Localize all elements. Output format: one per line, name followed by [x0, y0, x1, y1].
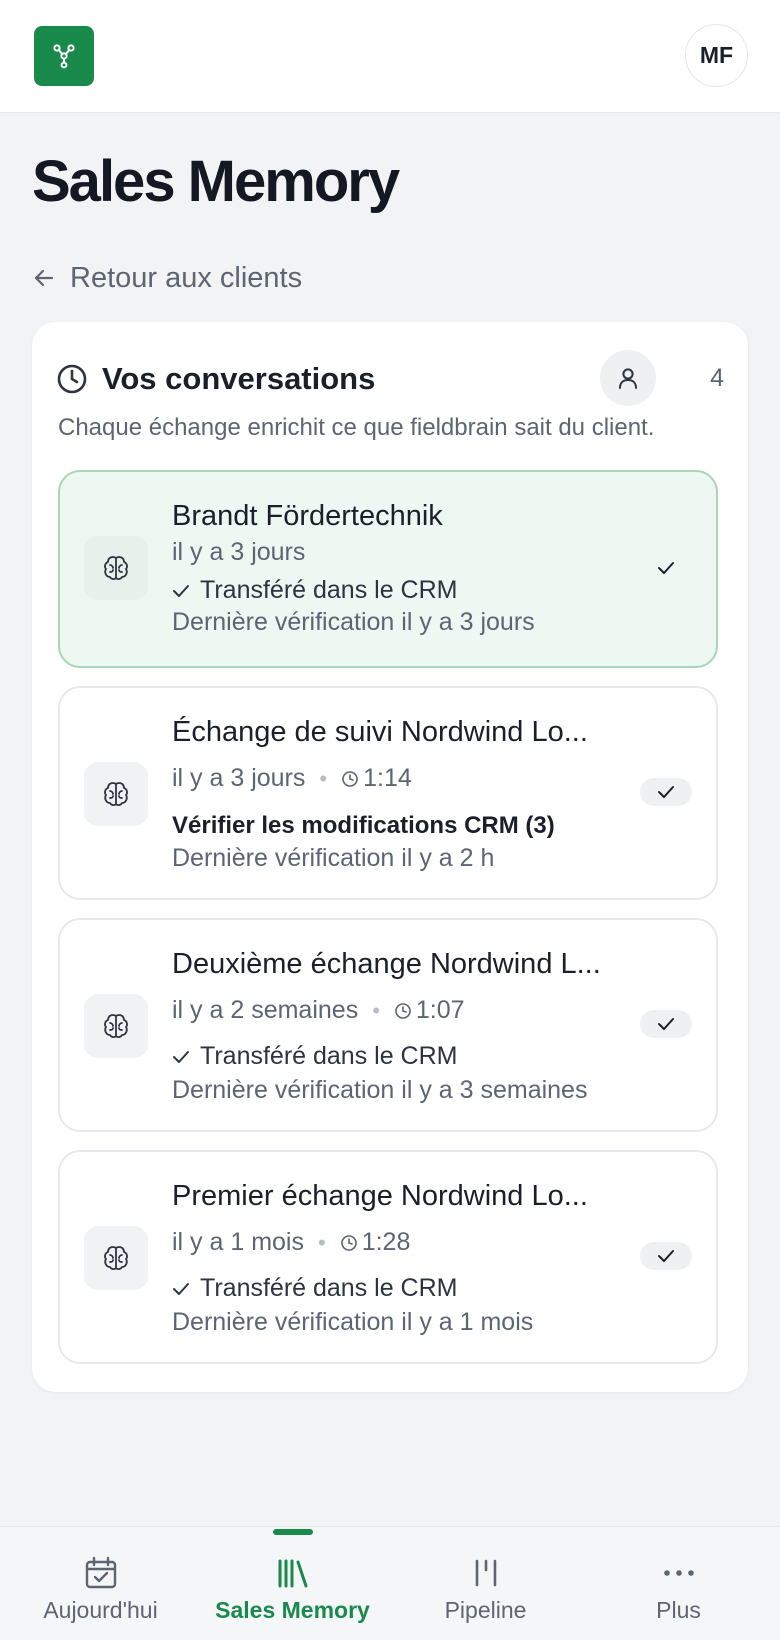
check-icon	[658, 1018, 674, 1030]
tab-label: Plus	[656, 1597, 701, 1623]
conversation-duration: 1:28	[340, 1228, 411, 1257]
check-icon	[173, 584, 189, 597]
duration-value: 1:14	[363, 764, 412, 792]
app-logo[interactable]	[34, 26, 94, 86]
brain-icon	[84, 1226, 148, 1290]
conversation-duration: 1:14	[341, 764, 412, 793]
panel-header: Vos conversations 4	[56, 350, 724, 408]
conversation-card[interactable]: Premier échange Nordwind Lo... il y a 1 …	[58, 1150, 718, 1364]
tab-label: Aujourd'hui	[43, 1597, 158, 1623]
stopwatch-icon	[340, 1234, 357, 1251]
conversation-status: Vérifier les modifications CRM (3)	[172, 812, 555, 840]
separator-dot: •	[372, 997, 380, 1023]
conversation-verified: Dernière vérification il y a 3 jours	[172, 608, 535, 636]
conversation-meta: il y a 3 jours	[172, 538, 305, 567]
active-tab-indicator	[272, 1529, 313, 1535]
conversation-when: il y a 3 jours	[172, 538, 306, 566]
conversation-status-label: Transféré dans le CRM	[200, 1274, 458, 1302]
check-pill[interactable]	[640, 554, 692, 582]
duration-value: 1:28	[361, 1228, 411, 1256]
tab-more[interactable]: Plus	[581, 1527, 776, 1640]
page-title: Sales Memory	[32, 149, 400, 214]
conversation-status: Transféré dans le CRM	[172, 576, 458, 605]
participants-button[interactable]	[600, 350, 656, 406]
check-pill[interactable]	[640, 1010, 692, 1038]
tab-label: Pipeline	[444, 1597, 527, 1623]
check-icon	[658, 1250, 674, 1262]
conversation-when: il y a 3 jours	[172, 764, 306, 792]
separator-dot: •	[317, 1229, 326, 1255]
app-header: MF	[0, 0, 780, 113]
conversation-status: Transféré dans le CRM	[172, 1274, 458, 1303]
brain-icon	[84, 762, 148, 826]
stopwatch-icon	[342, 770, 358, 787]
arrow-left-icon	[34, 269, 54, 287]
conversation-title: Brandt Fördertechnik	[172, 500, 443, 532]
pipeline-icon	[475, 1559, 496, 1587]
conversation-when: il y a 1 mois	[172, 1228, 304, 1256]
bottom-tab-bar: Aujourd'hui Sales Memory Pipeline Plus	[0, 1526, 780, 1640]
network-tree-icon	[53, 44, 75, 69]
user-avatar[interactable]: MF	[685, 24, 748, 87]
calendar-check-icon	[85, 1556, 116, 1589]
participant-count: 4	[710, 364, 724, 392]
conversation-card[interactable]: Brandt Fördertechnik il y a 3 jours Tran…	[58, 470, 718, 668]
conversation-when: il y a 2 semaines	[172, 996, 359, 1024]
conversation-title: Échange de suivi Nordwind Lo...	[172, 716, 588, 748]
conversation-status-label: Vérifier les modifications CRM (3)	[172, 812, 555, 839]
check-icon	[658, 562, 674, 574]
conversation-verified: Dernière vérification il y a 3 semaines	[172, 1076, 588, 1104]
conversation-duration: 1:07	[394, 996, 465, 1025]
conversation-status-label: Transféré dans le CRM	[200, 1042, 458, 1070]
books-icon	[278, 1559, 307, 1588]
check-icon	[173, 1282, 189, 1295]
tab-today[interactable]: Aujourd'hui	[3, 1527, 198, 1640]
tab-sales-memory[interactable]: Sales Memory	[195, 1527, 390, 1640]
check-icon	[173, 1050, 189, 1063]
user-icon	[619, 368, 637, 389]
clock-icon	[57, 364, 87, 394]
separator-dot: •	[319, 765, 328, 791]
back-to-clients-link[interactable]: Retour aux clients	[32, 258, 302, 298]
conversation-card[interactable]: Deuxième échange Nordwind L... il y a 2 …	[58, 918, 718, 1132]
conversation-status: Transféré dans le CRM	[172, 1042, 458, 1071]
conversation-verified: Dernière vérification il y a 2 h	[172, 844, 495, 872]
conversation-status-label: Transféré dans le CRM	[200, 576, 458, 604]
back-link-label: Retour aux clients	[70, 261, 303, 294]
more-dots-icon	[663, 1570, 694, 1576]
stopwatch-icon	[395, 1002, 411, 1019]
check-icon	[658, 786, 674, 798]
tab-label: Sales Memory	[215, 1597, 370, 1623]
duration-value: 1:07	[415, 996, 465, 1024]
conversation-title: Deuxième échange Nordwind L...	[172, 948, 601, 980]
conversation-card[interactable]: Échange de suivi Nordwind Lo... il y a 3…	[58, 686, 718, 900]
check-pill[interactable]	[640, 1242, 692, 1270]
conversation-title: Premier échange Nordwind Lo...	[172, 1180, 588, 1212]
panel-title: Vos conversations	[102, 361, 376, 396]
conversation-verified: Dernière vérification il y a 1 mois	[172, 1308, 534, 1336]
brain-icon	[84, 536, 148, 600]
conversation-meta: il y a 3 jours • 1:14	[172, 764, 412, 793]
check-pill[interactable]	[640, 778, 692, 806]
tab-pipeline[interactable]: Pipeline	[388, 1527, 583, 1640]
panel-subtitle: Chaque échange enrichit ce que fieldbrai…	[58, 414, 655, 441]
conversation-meta: il y a 2 semaines • 1:07	[172, 996, 465, 1025]
brain-icon	[84, 994, 148, 1058]
conversation-meta: il y a 1 mois • 1:28	[172, 1228, 410, 1257]
conversations-panel: Vos conversations 4 Chaque échange enric…	[32, 322, 748, 1392]
